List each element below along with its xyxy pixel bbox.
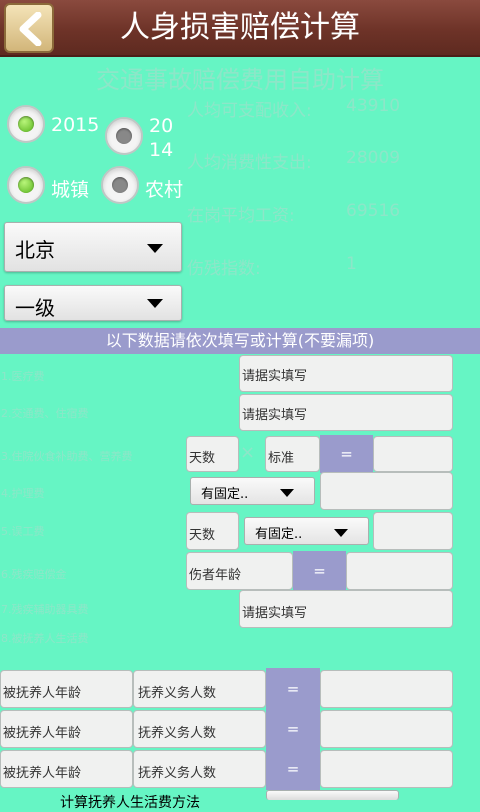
- dependent-calc-button-3[interactable]: =: [266, 748, 320, 790]
- avg-wage-value: 69516: [346, 201, 401, 221]
- radio-year-2015[interactable]: [7, 105, 45, 143]
- dependent-age-input-3[interactable]: 被抚养人年龄: [0, 750, 133, 788]
- item-transport-label: 2.交通费、住宿费: [1, 407, 89, 420]
- placeholder: 抚养义务人数: [138, 686, 217, 701]
- placeholder: 被抚养人年龄: [3, 686, 82, 701]
- lost-wages-result-field[interactable]: [373, 512, 453, 550]
- radio-dot: [112, 177, 128, 193]
- assistive-device-input[interactable]: 请据实填写: [239, 590, 453, 628]
- placeholder: 标准: [268, 451, 295, 466]
- lost-wages-type-select[interactable]: 有固定..: [244, 517, 369, 545]
- meal-days-input[interactable]: 天数: [186, 436, 239, 472]
- disability-calc-button[interactable]: =: [293, 551, 346, 591]
- placeholder: 请据实填写: [242, 369, 308, 384]
- chevron-down-icon: [147, 244, 163, 253]
- meal-result-field[interactable]: [373, 436, 453, 472]
- item-assistive-device-label: 7.残疾辅助器具费: [1, 603, 89, 616]
- placeholder: 请据实填写: [242, 606, 308, 621]
- dependent-age-input-2[interactable]: 被抚养人年龄: [0, 710, 133, 748]
- avg-wage-label: 在岗平均工资:: [187, 206, 295, 226]
- section-header: 以下数据请依次填写或计算(不要漏项): [0, 328, 480, 354]
- placeholder: 被抚养人年龄: [3, 726, 82, 741]
- nursing-result-field[interactable]: [320, 472, 453, 510]
- item-disability-comp-label: 6.残疾赔偿金: [1, 568, 67, 581]
- disability-result-field[interactable]: [346, 552, 453, 590]
- dependent-result-field-1[interactable]: [320, 670, 453, 708]
- radio-dot: [18, 177, 34, 193]
- meal-calc-button[interactable]: =: [320, 435, 373, 473]
- radio-year-2015-label: 2015: [51, 114, 100, 136]
- disability-index-label: 伤残指数:: [187, 259, 261, 279]
- radio-area-rural[interactable]: [101, 166, 139, 204]
- obligors-count-input-1[interactable]: 抚养义务人数: [133, 670, 266, 708]
- item-medical-label: 1.医疗费: [1, 370, 45, 383]
- consumption-value: 28009: [346, 148, 401, 168]
- equals-label: =: [313, 562, 326, 580]
- section-title: 以下数据请依次填写或计算(不要漏项): [105, 331, 375, 350]
- radio-area-urban[interactable]: [7, 166, 45, 204]
- back-arrow-icon: [19, 12, 42, 46]
- placeholder: 抚养义务人数: [138, 726, 217, 741]
- transport-fee-input[interactable]: 请据实填写: [239, 394, 453, 431]
- disposable-income-label: 人均可支配收入:: [187, 101, 312, 121]
- placeholder: 被抚养人年龄: [3, 766, 82, 781]
- region-select[interactable]: 北京: [4, 222, 182, 272]
- radio-area-rural-label: 农村: [145, 179, 184, 201]
- item-nursing-label: 4.护理费: [1, 487, 45, 500]
- dependent-result-field-3[interactable]: [320, 750, 453, 788]
- placeholder: 伤者年龄: [189, 568, 242, 583]
- multiply-icon: ×: [240, 442, 256, 463]
- disability-index-value: 1: [346, 254, 357, 274]
- dependent-result-field-2[interactable]: [320, 710, 453, 748]
- grade-select-value: 一级: [15, 296, 55, 320]
- chevron-down-icon: [280, 489, 294, 497]
- dependent-method-label: 计算抚养人生活费方法: [60, 795, 200, 811]
- radio-dot: [116, 128, 132, 144]
- dependent-calc-button-2[interactable]: =: [266, 708, 320, 750]
- radio-year-2014-label: 2014: [149, 115, 174, 161]
- radio-area-urban-label: 城镇: [51, 179, 90, 201]
- item-meal-allowance-label: 3.住院伙食补助费、营养费: [1, 450, 133, 463]
- chevron-down-icon: [147, 299, 163, 308]
- placeholder: 请据实填写: [242, 408, 308, 423]
- region-select-value: 北京: [15, 238, 55, 262]
- equals-label: =: [286, 760, 300, 778]
- placeholder: 抚养义务人数: [138, 766, 217, 781]
- lost-wages-days-input[interactable]: 天数: [186, 512, 239, 550]
- radio-dot: [18, 116, 34, 132]
- chevron-down-icon: [334, 529, 348, 537]
- nursing-type-value: 有固定..: [201, 487, 249, 502]
- placeholder: 天数: [189, 528, 216, 543]
- grade-select[interactable]: 一级: [4, 285, 182, 321]
- consumption-label: 人均消费性支出:: [187, 153, 312, 173]
- item-dependent-living-label: 8.被抚养人生活费: [1, 632, 89, 645]
- back-button[interactable]: [4, 3, 54, 53]
- lost-wages-type-value: 有固定..: [255, 527, 303, 542]
- subtitle: 交通事故赔偿费用自助计算: [96, 66, 384, 94]
- medical-fee-input[interactable]: 请据实填写: [239, 355, 453, 392]
- item-lost-wages-label: 5.误工费: [1, 525, 45, 538]
- victim-age-input[interactable]: 伤者年龄: [186, 552, 293, 590]
- meal-standard-input[interactable]: 标准: [265, 436, 320, 472]
- placeholder: 天数: [189, 451, 216, 466]
- disposable-income-value: 43910: [346, 96, 401, 116]
- equals-label: =: [286, 680, 300, 698]
- equals-label: =: [286, 720, 300, 738]
- radio-year-2014[interactable]: [105, 117, 143, 155]
- equals-label: =: [340, 445, 353, 463]
- dependent-method-button[interactable]: [266, 790, 399, 800]
- obligors-count-input-2[interactable]: 抚养义务人数: [133, 710, 266, 748]
- dependent-calc-button-1[interactable]: =: [266, 668, 320, 710]
- obligors-count-input-3[interactable]: 抚养义务人数: [133, 750, 266, 788]
- nursing-type-select[interactable]: 有固定..: [190, 477, 315, 505]
- dependent-age-input-1[interactable]: 被抚养人年龄: [0, 670, 133, 708]
- page-title: 人身损害赔偿计算: [120, 10, 360, 45]
